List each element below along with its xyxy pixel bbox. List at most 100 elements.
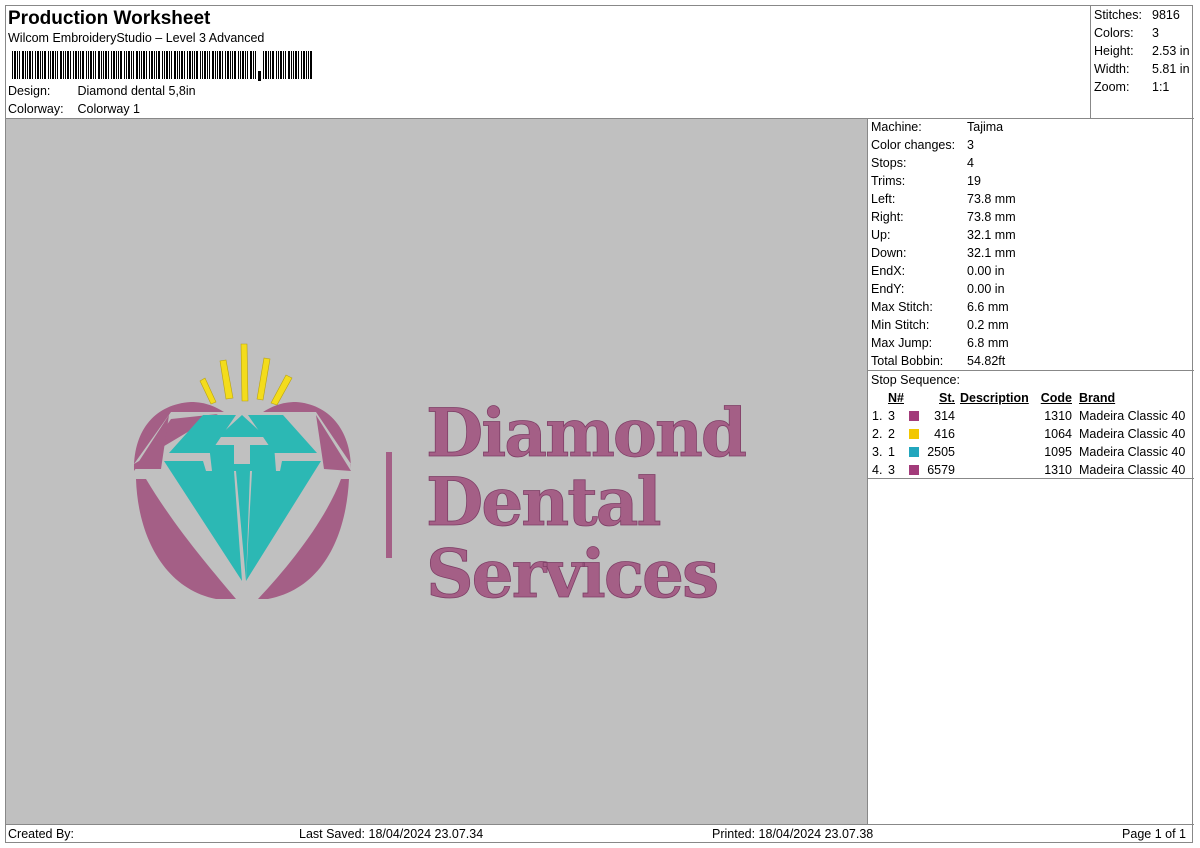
machine-row-label: Max Jump: — [871, 336, 933, 350]
stop-needle: 3 — [888, 409, 895, 423]
machine-row-value: 6.6 mm — [967, 300, 1009, 314]
summary-width: Width: 5.81 in — [1094, 62, 1190, 76]
software-subtitle: Wilcom EmbroideryStudio – Level 3 Advanc… — [8, 31, 265, 45]
stop-brand: Madeira Classic 40 — [1079, 445, 1186, 459]
stop-sequence-row: 2. 2 416 1064 Madeira Classic 40 — [871, 425, 1193, 443]
col-description: Description — [960, 391, 1029, 405]
logo-divider-bar — [386, 452, 392, 558]
machine-row-label: Min Stitch: — [871, 318, 930, 332]
machine-row: Left: 73.8 mm — [871, 190, 1191, 208]
stop-stitches: 416 — [934, 427, 955, 441]
colorway-value: Colorway 1 — [77, 102, 141, 116]
last-saved: Last Saved: 18/04/2024 23.07.34 — [299, 827, 484, 841]
stop-index: 4. — [872, 463, 883, 477]
machine-row: Trims: 19 — [871, 172, 1191, 190]
machine-row-label: Up: — [871, 228, 891, 242]
machine-row-value: 3 — [967, 138, 974, 152]
thread-color-swatch — [909, 429, 919, 439]
stop-code: 1310 — [1044, 463, 1072, 477]
thread-color-swatch — [909, 465, 919, 475]
stop-sequence-caption: Stop Sequence: — [871, 373, 960, 387]
machine-row: Up: 32.1 mm — [871, 226, 1191, 244]
machine-row: EndY: 0.00 in — [871, 280, 1191, 298]
machine-row-value: 4 — [967, 156, 974, 170]
stop-stitches: 314 — [934, 409, 955, 423]
logo-text-line3: Services — [426, 535, 717, 613]
col-n: N# — [888, 391, 904, 405]
stop-stitches: 6579 — [927, 463, 955, 477]
worksheet-header: Production Worksheet Wilcom EmbroiderySt… — [6, 6, 1090, 118]
machine-row-label: Down: — [871, 246, 907, 260]
preview-divider — [867, 119, 868, 824]
summary-panel: Stitches: 9816 Colors: 3 Height: 2.53 in Wi… — [1094, 6, 1194, 96]
stop-brand: Madeira Classic 40 — [1079, 409, 1186, 423]
colorway-row: Colorway: Colorway 1 — [8, 102, 140, 116]
machine-row: Right: 73.8 mm — [871, 208, 1191, 226]
summary-zoom: Zoom: 1:1 — [1094, 80, 1170, 94]
logo-text-line1: Diamond — [426, 394, 746, 472]
logo-text-line2: Dental — [426, 463, 660, 541]
stop-code: 1064 — [1044, 427, 1072, 441]
thread-color-swatch — [909, 447, 919, 457]
machine-row-value: 73.8 mm — [967, 210, 1016, 224]
machine-row: Max Stitch: 6.6 mm — [871, 298, 1191, 316]
machine-row-value: 0.00 in — [967, 282, 1005, 296]
machine-row-label: EndX: — [871, 264, 906, 278]
thread-color-swatch — [909, 411, 919, 421]
printed-date: Printed: 18/04/2024 23.07.38 — [712, 827, 874, 841]
machine-row-label: Trims: — [871, 174, 906, 188]
machine-row-value: 54.82ft — [967, 354, 1006, 368]
stop-sequence-header: N# St. Description Code Brand — [871, 389, 1193, 407]
design-value: Diamond dental 5,8in — [77, 84, 196, 98]
machine-row-label: Max Stitch: — [871, 300, 933, 314]
col-brand: Brand — [1079, 391, 1116, 405]
header-divider — [1090, 6, 1091, 118]
footer: Created By: Last Saved: 18/04/2024 23.07… — [6, 825, 1194, 843]
col-st: St. — [939, 391, 955, 405]
stop-code: 1095 — [1044, 445, 1072, 459]
stop-stitches: 2505 — [927, 445, 955, 459]
machine-row-label: Right: — [871, 210, 904, 224]
machine-row-label: Machine: — [871, 120, 922, 134]
machine-row: Total Bobbin: 54.82ft — [871, 352, 1191, 370]
summary-stitches: Stitches: 9816 — [1094, 8, 1180, 22]
machine-row-value: 32.1 mm — [967, 228, 1016, 242]
machine-row: EndX: 0.00 in — [871, 262, 1191, 280]
stop-needle: 1 — [888, 445, 895, 459]
summary-height: Height: 2.53 in — [1094, 44, 1190, 58]
stop-code: 1310 — [1044, 409, 1072, 423]
machine-row-label: Total Bobbin: — [871, 354, 944, 368]
machine-row-value: 19 — [967, 174, 981, 188]
machine-row-value: 0.2 mm — [967, 318, 1009, 332]
stop-sequence-rows: 1. 3 314 1310 Madeira Classic 40 2. 2 416 1064 Ma… — [871, 407, 1193, 479]
stop-sequence-row: 3. 1 2505 1095 Madeira Classic 40 — [871, 443, 1193, 461]
embroidery-design: Diamond Dental Services — [134, 343, 749, 614]
stop-sequence-panel: Stop Sequence: N# St. Description Code B… — [871, 371, 1193, 479]
design-preview[interactable]: Diamond Dental Services — [6, 119, 867, 824]
col-code: Code — [1040, 391, 1072, 405]
stop-index: 2. — [872, 427, 883, 441]
design-row: Design: Diamond dental 5,8in — [8, 84, 196, 98]
design-label: Design: — [8, 84, 51, 98]
machine-row-value: Tajima — [967, 120, 1004, 134]
machine-row: Machine: Tajima — [871, 118, 1191, 136]
page-number: Page 1 of 1 — [1122, 827, 1186, 841]
machine-row-value: 6.8 mm — [967, 336, 1009, 350]
stop-sequence-row: 1. 3 314 1310 Madeira Classic 40 — [871, 407, 1193, 425]
gold-rays — [199, 343, 293, 406]
stop-needle: 3 — [888, 463, 895, 477]
machine-row-value: 0.00 in — [967, 264, 1005, 278]
logo-text: Diamond Dental Services — [426, 394, 749, 614]
stops-divider — [867, 478, 1194, 479]
colorway-label: Colorway: — [8, 102, 64, 116]
machine-row-label: Stops: — [871, 156, 907, 170]
machine-row-label: Color changes: — [871, 138, 956, 152]
stop-brand: Madeira Classic 40 — [1079, 427, 1186, 441]
machine-row: Down: 32.1 mm — [871, 244, 1191, 262]
stop-index: 1. — [872, 409, 883, 423]
machine-row: Max Jump: 6.8 mm — [871, 334, 1191, 352]
machine-row-value: 32.1 mm — [967, 246, 1016, 260]
machine-row-value: 73.8 mm — [967, 192, 1016, 206]
machine-row: Stops: 4 — [871, 154, 1191, 172]
machine-row: Min Stitch: 0.2 mm — [871, 316, 1191, 334]
